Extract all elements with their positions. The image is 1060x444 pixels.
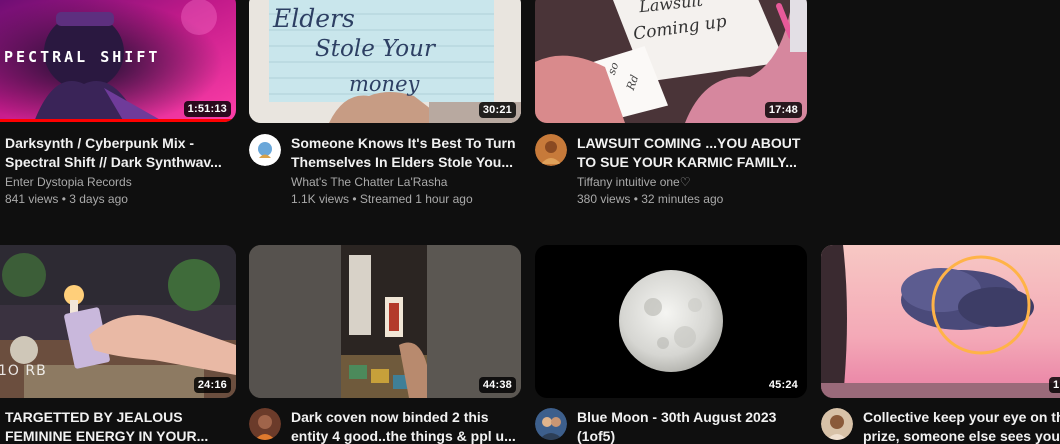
video-details: TARGETTED BY JEALOUS FEMININE ENERGY IN …: [5, 408, 236, 444]
thumbnail-handwriting-3: money: [349, 72, 420, 96]
video-duration: 1:: [1049, 377, 1060, 393]
video-thumbnail[interactable]: 45:24: [535, 245, 807, 398]
video-thumbnail[interactable]: PECTRAL SHIFT 1:51:13: [0, 0, 236, 122]
video-duration: 44:38: [478, 377, 516, 393]
thumbnail-image: [535, 245, 807, 398]
video-thumbnail[interactable]: Lawsuit Coming up so Rd 17:48: [535, 0, 807, 123]
video-title[interactable]: Darksynth / Cyberpunk Mix - Spectral Shi…: [5, 134, 236, 172]
channel-avatar[interactable]: [249, 408, 281, 440]
video-title[interactable]: Someone Knows It's Best To Turn Themselv…: [291, 134, 521, 172]
video-details: Blue Moon - 30th August 2023 (1of5): [577, 408, 807, 444]
video-duration: 45:24: [764, 377, 802, 393]
thumbnail-watermark: 1O RB: [0, 363, 47, 379]
video-details: Darksynth / Cyberpunk Mix - Spectral Shi…: [5, 134, 236, 208]
channel-avatar[interactable]: [535, 408, 567, 440]
channel-name[interactable]: Tiffany intuitive one♡: [577, 174, 807, 191]
video-title[interactable]: Blue Moon - 30th August 2023 (1of5): [577, 408, 807, 444]
thumbnail-image: [821, 245, 1060, 398]
video-title[interactable]: Collective keep your eye on the prize, s…: [863, 408, 1060, 444]
video-details: LAWSUIT COMING ...YOU ABOUT TO SUE YOUR …: [577, 134, 807, 208]
video-thumbnail[interactable]: 44:38: [249, 245, 521, 398]
video-stats: 1.1K views • Streamed 1 hour ago: [291, 192, 473, 206]
thumbnail-handwriting-2: Stole Your: [315, 36, 435, 62]
channel-avatar[interactable]: [535, 134, 567, 166]
video-title[interactable]: Dark coven now binded 2 this entity 4 go…: [291, 408, 521, 444]
watch-progress-bar: [0, 119, 236, 122]
channel-avatar[interactable]: [821, 408, 853, 440]
video-stats: 380 views • 32 minutes ago: [577, 192, 724, 206]
video-stats: 841 views • 3 days ago: [5, 192, 128, 206]
video-details: Dark coven now binded 2 this entity 4 go…: [291, 408, 521, 444]
channel-name[interactable]: Enter Dystopia Records: [5, 174, 236, 191]
channel-avatar[interactable]: [249, 134, 281, 166]
video-thumbnail[interactable]: 1O RB 24:16: [0, 245, 236, 398]
video-thumbnail[interactable]: Elders Stole Your money 30:21: [249, 0, 521, 123]
thumbnail-handwriting-1: Elders: [273, 4, 355, 33]
video-thumbnail[interactable]: 1:: [821, 245, 1060, 398]
video-duration: 30:21: [478, 102, 516, 118]
video-title[interactable]: TARGETTED BY JEALOUS FEMININE ENERGY IN …: [5, 408, 236, 444]
video-duration: 1:51:13: [183, 101, 231, 117]
video-duration: 17:48: [764, 102, 802, 118]
thumbnail-image: [249, 245, 521, 398]
thumbnail-overlay-text: PECTRAL SHIFT: [4, 48, 161, 66]
video-title[interactable]: LAWSUIT COMING ...YOU ABOUT TO SUE YOUR …: [577, 134, 807, 172]
video-details: Someone Knows It's Best To Turn Themselv…: [291, 134, 521, 208]
channel-name[interactable]: What's The Chatter La'Rasha: [291, 174, 521, 191]
video-duration: 24:16: [193, 377, 231, 393]
video-details: Collective keep your eye on the prize, s…: [863, 408, 1060, 444]
